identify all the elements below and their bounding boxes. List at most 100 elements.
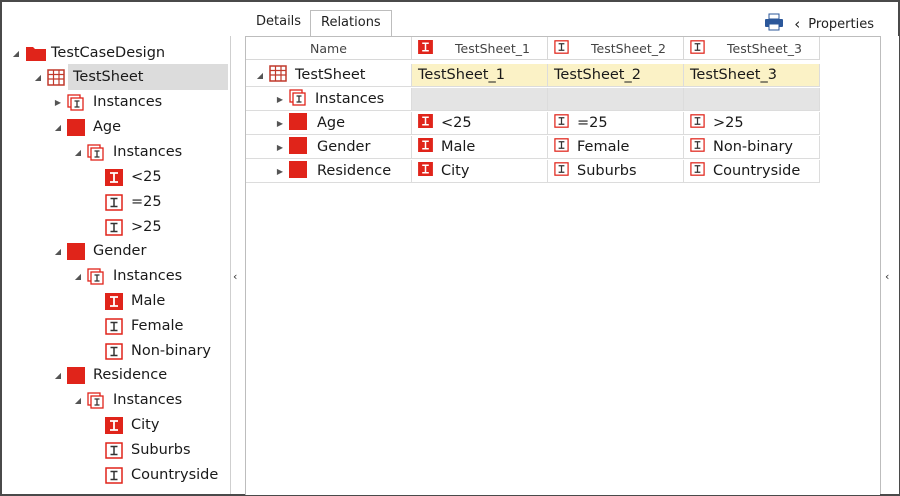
- instance-outline-icon: [105, 466, 123, 484]
- grid-row-residence[interactable]: ▶ Residence: [246, 160, 412, 183]
- tree-value-item[interactable]: Suburbs: [105, 439, 191, 461]
- grid-cell[interactable]: TestSheet_3: [684, 64, 820, 87]
- collapse-arrow-icon[interactable]: ◢: [72, 396, 84, 405]
- tree-value-label: <25: [131, 169, 162, 185]
- collapse-arrow-icon[interactable]: ◢: [72, 148, 84, 157]
- instance-outline-icon: [554, 162, 569, 180]
- grid-cell[interactable]: [548, 88, 684, 111]
- collapse-arrow-icon[interactable]: ◢: [254, 71, 266, 80]
- tree-node-age-instances[interactable]: ◢ Instances: [72, 141, 182, 163]
- cell-value: Female: [577, 139, 630, 155]
- tree-value-label: Non-binary: [131, 343, 211, 359]
- grid-cell[interactable]: [412, 88, 548, 111]
- tree-node-residence[interactable]: ◢ Residence: [52, 364, 167, 386]
- column-header[interactable]: TestSheet_3: [684, 37, 820, 60]
- tab-relations[interactable]: Relations: [310, 10, 392, 36]
- grid-cell[interactable]: TestSheet_2: [548, 64, 684, 87]
- tree-value-label: Suburbs: [131, 442, 191, 458]
- grid-cell[interactable]: [684, 88, 820, 111]
- tree-value-item[interactable]: <25: [105, 166, 162, 188]
- tree-value-item[interactable]: >25: [105, 216, 162, 238]
- grid-row-sheet[interactable]: ◢ TestSheet: [246, 64, 412, 87]
- tree-node-gender[interactable]: ◢ Gender: [52, 240, 146, 262]
- instance-outline-icon: [105, 218, 123, 236]
- instance-outline-icon: [105, 342, 123, 360]
- tree-value-item[interactable]: Non-binary: [105, 340, 211, 362]
- collapse-left-panel-icon[interactable]: ‹: [233, 270, 237, 283]
- grid-cell[interactable]: Male: [412, 136, 548, 159]
- collapse-arrow-icon[interactable]: ◢: [72, 272, 84, 281]
- tree-value-item[interactable]: Countryside: [105, 464, 218, 486]
- tree-node-age[interactable]: ◢ Age: [52, 116, 121, 138]
- tree-value-label: Male: [131, 293, 166, 309]
- factor-red-square-icon: [289, 136, 307, 158]
- factor-red-square-icon: [67, 242, 85, 260]
- tree-instances-label: Instances: [113, 392, 183, 408]
- relations-grid-panel: Name TestSheet_1 TestSheet_2 TestSheet_3…: [245, 36, 880, 495]
- collapse-arrow-icon[interactable]: ◢: [32, 73, 44, 82]
- expand-arrow-icon[interactable]: ▶: [274, 95, 286, 104]
- row-label: Residence: [317, 163, 392, 179]
- tree-value-item[interactable]: Male: [105, 290, 165, 312]
- printer-icon[interactable]: [764, 13, 784, 35]
- grid-row-age[interactable]: ▶ Age: [246, 112, 412, 135]
- expand-arrow-icon[interactable]: ▶: [52, 98, 64, 107]
- column-header-name[interactable]: Name: [246, 37, 412, 60]
- grid-cell[interactable]: Suburbs: [548, 160, 684, 183]
- tree-node-gender-instances[interactable]: ◢ Instances: [72, 265, 182, 287]
- collapse-arrow-icon[interactable]: ◢: [52, 371, 64, 380]
- tree-node-root[interactable]: ◢ TestCaseDesign: [10, 42, 165, 64]
- grid-cell[interactable]: =25: [548, 112, 684, 135]
- row-label: Age: [317, 115, 346, 131]
- cell-value: City: [441, 163, 470, 179]
- column-header[interactable]: TestSheet_2: [548, 37, 684, 60]
- expand-arrow-icon[interactable]: ▶: [274, 167, 286, 176]
- tree-panel: ◢ TestCaseDesign ◢ TestSheet ▶ Instances…: [2, 36, 231, 494]
- expand-properties-icon[interactable]: ‹: [885, 270, 889, 283]
- expand-arrow-icon[interactable]: ▶: [274, 119, 286, 128]
- grid-cell[interactable]: Non-binary: [684, 136, 820, 159]
- tree-node-residence-instances[interactable]: ◢ Instances: [72, 389, 182, 411]
- tree-value-item[interactable]: City: [105, 414, 159, 436]
- instance-outline-icon: [690, 39, 705, 57]
- column-header-label: TestSheet_2: [591, 40, 666, 56]
- table-grid-icon: [269, 64, 287, 86]
- grid-row-instances[interactable]: ▶ Instances: [246, 88, 412, 111]
- grid-cell[interactable]: City: [412, 160, 548, 183]
- instance-outline-icon: [690, 138, 705, 156]
- properties-toggle[interactable]: ‹ Properties: [764, 13, 874, 35]
- instances-stack-icon: [289, 88, 307, 110]
- grid-cell[interactable]: >25: [684, 112, 820, 135]
- grid-cell[interactable]: Female: [548, 136, 684, 159]
- folder-red-icon: [25, 45, 46, 62]
- tree-value-label: Female: [131, 318, 184, 334]
- tree-node-instances[interactable]: ▶ Instances: [52, 91, 162, 113]
- collapse-arrow-icon[interactable]: ◢: [10, 49, 22, 58]
- column-header-label: TestSheet_1: [455, 40, 530, 56]
- instances-stack-icon: [87, 143, 105, 161]
- tree-value-item[interactable]: =25: [105, 191, 162, 213]
- tab-details[interactable]: Details: [246, 10, 311, 34]
- tree-value-label: City: [131, 417, 160, 433]
- row-label: Gender: [317, 139, 371, 155]
- properties-collapsed-strip[interactable]: ‹: [880, 36, 899, 494]
- instance-outline-icon: [105, 193, 123, 211]
- column-header[interactable]: TestSheet_1: [412, 37, 548, 60]
- tree-node-sheet[interactable]: ◢ TestSheet: [32, 66, 143, 88]
- tree-instances-label: Instances: [113, 144, 183, 160]
- tree-instances-label: Instances: [113, 268, 183, 284]
- tree-value-label: >25: [131, 219, 162, 235]
- grid-cell[interactable]: <25: [412, 112, 548, 135]
- collapse-arrow-icon[interactable]: ◢: [52, 123, 64, 132]
- cell-value: =25: [577, 115, 608, 131]
- grid-row-gender[interactable]: ▶ Gender: [246, 136, 412, 159]
- cell-value: Male: [441, 139, 476, 155]
- collapse-arrow-icon[interactable]: ◢: [52, 247, 64, 256]
- grid-cell[interactable]: Countryside: [684, 160, 820, 183]
- properties-label: Properties: [808, 16, 874, 32]
- grid-cell[interactable]: TestSheet_1: [412, 64, 548, 87]
- cell-value: >25: [713, 115, 744, 131]
- tree-value-item[interactable]: Female: [105, 315, 183, 337]
- expand-arrow-icon[interactable]: ▶: [274, 143, 286, 152]
- cell-value: <25: [441, 115, 472, 131]
